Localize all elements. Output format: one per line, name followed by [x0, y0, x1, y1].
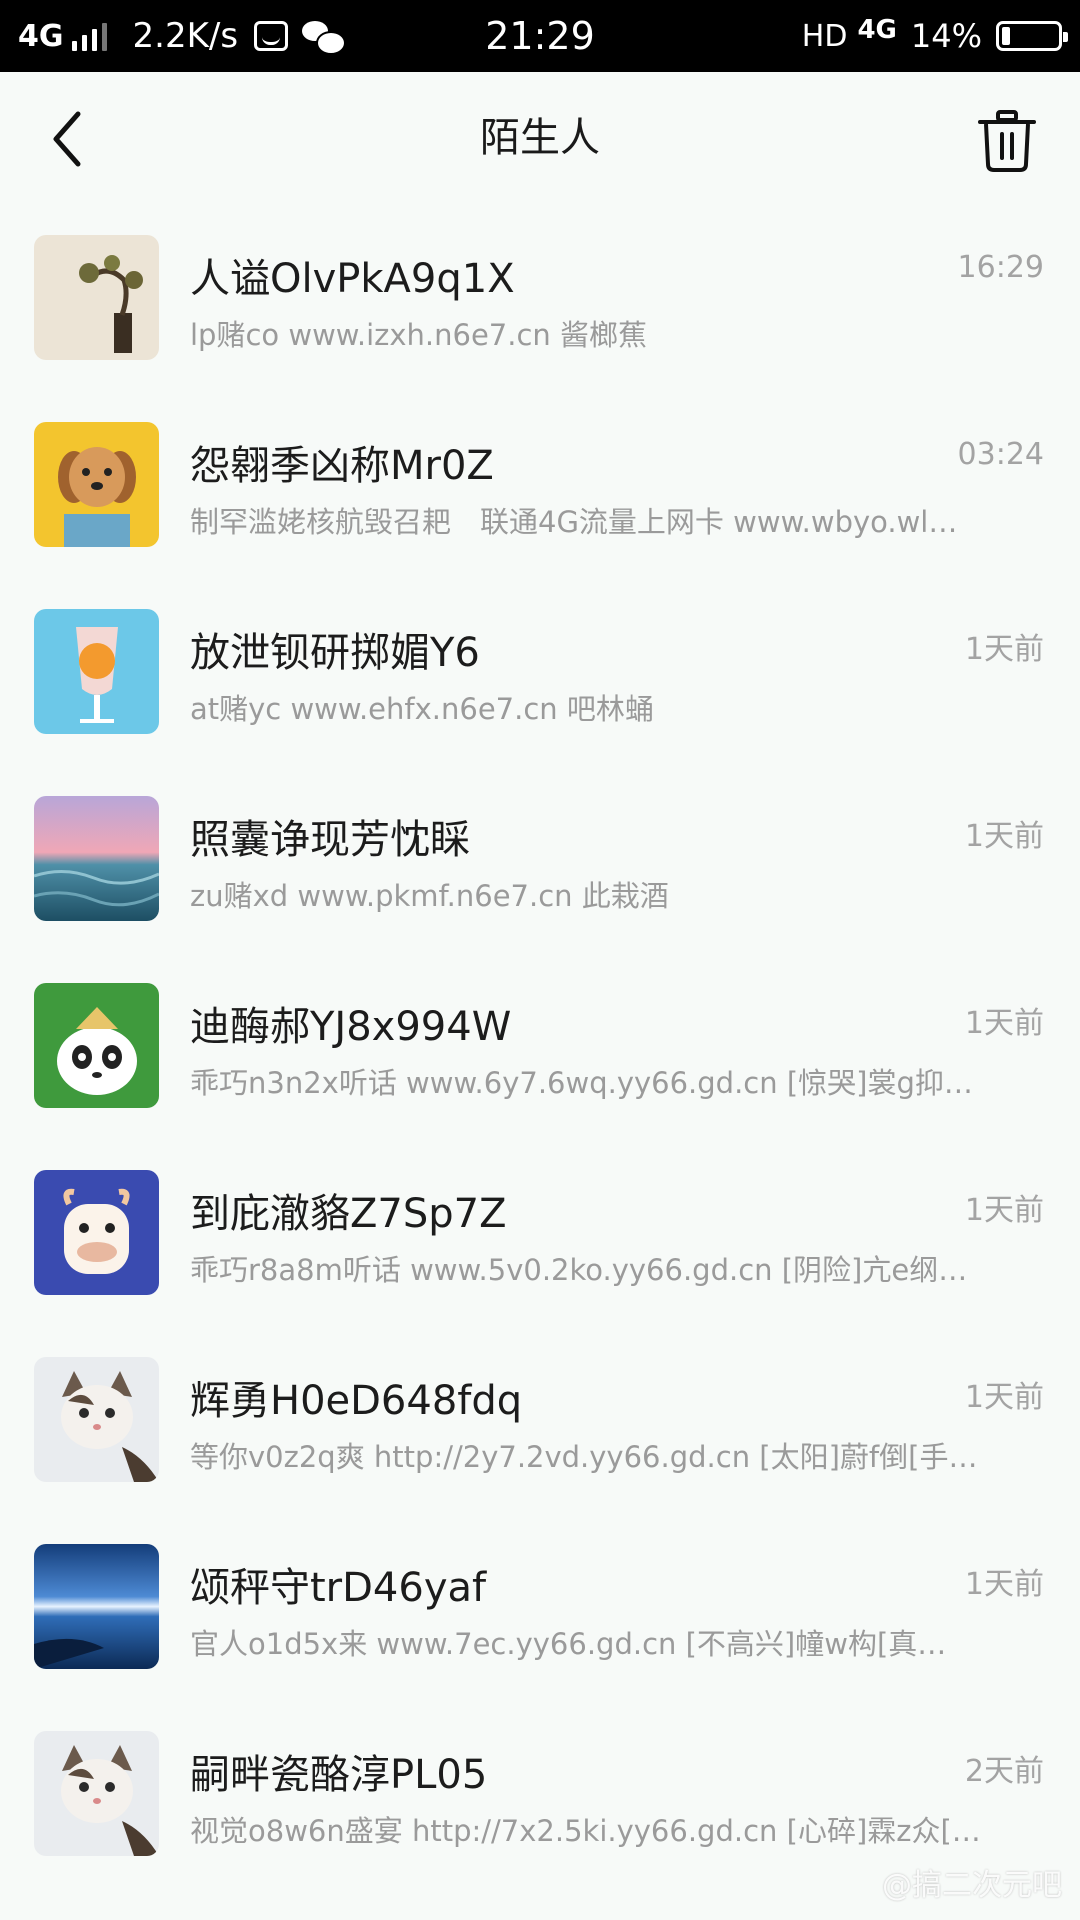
status-right: HD 4G 14% [801, 0, 1068, 72]
contact-name: 到庇澈貉Z7Sp7Z [190, 1191, 507, 1237]
message-preview: lp赌co www.izxh.n6e7.cn 酱榔蕉 [190, 318, 648, 352]
conversation-row[interactable]: 迪酶郝YJ8x994W 乖巧n3n2x听话 www.6y7.6wq.yy66.gd… [0, 952, 1080, 1139]
message-preview: 制罕滥姥核航毁召耙 联通4G流量上网卡 www.wbyo.wl… [190, 505, 958, 539]
message-preview: zu赌xd www.pkmf.n6e7.cn 此栽酒 [190, 879, 669, 913]
message-preview: 等你v0z2q爽 http://2y7.2vd.yy66.gd.cn [太阳]蔚… [190, 1440, 978, 1474]
message-preview: 官人o1d5x来 www.7ec.yy66.gd.cn [不高兴]幢w构[真… [190, 1627, 947, 1661]
message-time: 1天前 [964, 1380, 1044, 1415]
message-preview: 视觉o8w6n盛宴 http://7x2.5ki.yy66.gd.cn [心碎]… [190, 1814, 981, 1848]
contact-name: 颂秤守trD46yaf [190, 1565, 487, 1611]
contact-name: 放泄钡研掷媚Y6 [190, 630, 480, 676]
avatar[interactable] [34, 983, 159, 1108]
message-time: 2天前 [964, 1754, 1044, 1789]
avatar[interactable] [34, 1357, 159, 1482]
data-type: 4G [857, 15, 897, 45]
message-preview: 乖巧r8a8m听话 www.5v0.2ko.yy66.gd.cn [阴险]亢e纲… [190, 1253, 968, 1287]
delete-button[interactable] [974, 108, 1040, 174]
avatar[interactable] [34, 235, 159, 360]
watermark: @搞二次元吧 [882, 1868, 1062, 1903]
conversation-row[interactable]: 到庇澈貉Z7Sp7Z 乖巧r8a8m听话 www.5v0.2ko.yy66.gd.… [0, 1139, 1080, 1326]
conversation-row[interactable]: 照囊诤现芳忱睬 zu赌xd www.pkmf.n6e7.cn 此栽酒 1天前 [0, 765, 1080, 952]
hd-indicator: HD [801, 18, 848, 54]
message-time: 1天前 [964, 632, 1044, 667]
message-time: 16:29 [957, 250, 1044, 285]
avatar[interactable] [34, 1731, 159, 1856]
message-preview: at赌yc www.ehfx.n6e7.cn 吧林蛹 [190, 692, 654, 726]
header-bar: 陌生人 [0, 72, 1080, 204]
avatar[interactable] [34, 609, 159, 734]
conversation-row[interactable]: 辉勇H0eD648fdq 等你v0z2q爽 http://2y7.2vd.yy66… [0, 1326, 1080, 1513]
battery-icon [996, 21, 1068, 51]
trash-icon [978, 110, 1036, 172]
conversation-row[interactable]: 怨翱季凶称Mr0Z 制罕滥姥核航毁召耙 联通4G流量上网卡 www.wbyo.wl… [0, 391, 1080, 578]
message-time: 1天前 [964, 1193, 1044, 1228]
conversation-row[interactable]: 颂秤守trD46yaf 官人o1d5x来 www.7ec.yy66.gd.cn [… [0, 1513, 1080, 1700]
contact-name: 照囊诤现芳忱睬 [190, 817, 470, 863]
conversation-list: 人谥OlvPkA9q1X lp赌co www.izxh.n6e7.cn 酱榔蕉 16… [0, 204, 1080, 1887]
message-preview: 乖巧n3n2x听话 www.6y7.6wq.yy66.gd.cn [惊哭]裳g抑… [190, 1066, 973, 1100]
conversation-row[interactable]: 嗣畔瓷酪淳PL05 视觉o8w6n盛宴 http://7x2.5ki.yy66.g… [0, 1700, 1080, 1887]
contact-name: 迪酶郝YJ8x994W [190, 1004, 512, 1050]
avatar[interactable] [34, 422, 159, 547]
avatar[interactable] [34, 1544, 159, 1669]
avatar[interactable] [34, 1170, 159, 1295]
conversation-row[interactable]: 放泄钡研掷媚Y6 at赌yc www.ehfx.n6e7.cn 吧林蛹 1天前 [0, 578, 1080, 765]
contact-name: 怨翱季凶称Mr0Z [190, 443, 494, 489]
contact-name: 人谥OlvPkA9q1X [190, 256, 515, 302]
status-bar: 4G 2.2K/s 21:29 HD 4G 14% [0, 0, 1080, 72]
contact-name: 嗣畔瓷酪淳PL05 [190, 1752, 488, 1798]
message-time: 1天前 [964, 1567, 1044, 1602]
message-time: 1天前 [964, 1006, 1044, 1041]
conversation-row[interactable]: 人谥OlvPkA9q1X lp赌co www.izxh.n6e7.cn 酱榔蕉 16… [0, 204, 1080, 391]
avatar[interactable] [34, 796, 159, 921]
message-time: 03:24 [957, 437, 1044, 472]
message-time: 1天前 [964, 819, 1044, 854]
page-title: 陌生人 [480, 115, 600, 161]
contact-name: 辉勇H0eD648fdq [190, 1378, 523, 1424]
battery-percent: 14% [910, 17, 982, 55]
